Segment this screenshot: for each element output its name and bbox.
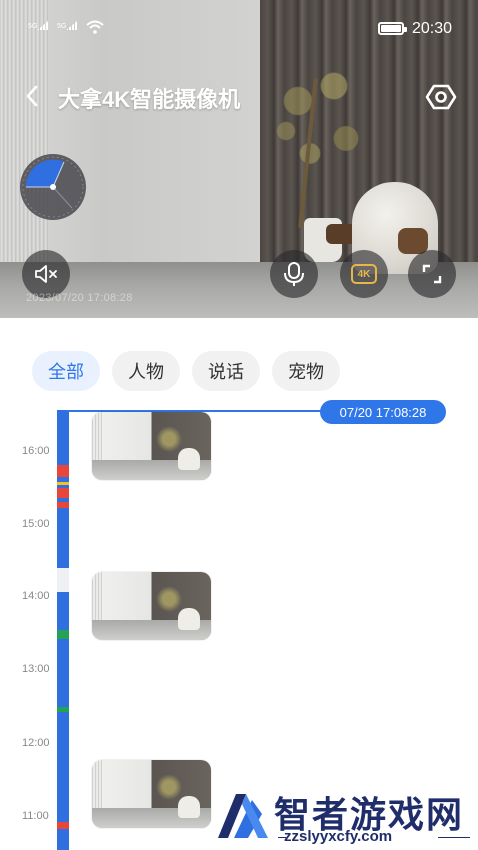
site-watermark: 智者游戏网 zzslyyxcfy.com <box>212 780 478 850</box>
status-clock: 20:30 <box>412 20 453 37</box>
page-title: 大拿4K智能摄像机 <box>58 87 241 112</box>
tab-pets[interactable]: 宠物 <box>272 351 340 391</box>
settings-button[interactable] <box>424 80 458 114</box>
fullscreen-button[interactable] <box>408 250 456 298</box>
event-segment-person[interactable] <box>57 822 69 829</box>
signal-1-label: 5G <box>28 23 38 30</box>
mute-button[interactable] <box>22 250 70 298</box>
speaker-mute-icon <box>35 265 57 283</box>
ptz-direction-control[interactable] <box>20 154 86 220</box>
signal-2-label: 5G <box>57 23 67 30</box>
microphone-icon <box>284 262 304 286</box>
video-timestamp-overlay: 2023/07/20 17:08:28 <box>26 292 133 304</box>
chevron-left-icon <box>26 85 38 107</box>
battery-icon <box>378 22 407 35</box>
event-thumbnail[interactable] <box>92 572 211 640</box>
site-logo-icon <box>218 794 268 838</box>
quality-button[interactable]: 4K <box>340 250 388 298</box>
hour-label: 13:00 <box>22 663 50 675</box>
tab-speech[interactable]: 说话 <box>192 351 260 391</box>
site-rule-right <box>438 837 470 838</box>
event-segment-pet[interactable] <box>57 630 69 639</box>
tab-all[interactable]: 全部 <box>32 351 100 391</box>
hexagon-settings-icon <box>425 84 457 110</box>
video-scene-chair-arm <box>398 228 428 254</box>
event-thumbnail[interactable] <box>92 412 211 480</box>
quality-4k-badge: 4K <box>351 264 377 284</box>
ptz-pad-icon <box>22 156 84 218</box>
video-scene-plant <box>262 56 382 206</box>
no-recording-gap <box>57 568 69 592</box>
event-segment-person[interactable] <box>57 488 69 498</box>
event-thumbnail[interactable] <box>92 760 211 828</box>
hour-label: 12:00 <box>22 737 50 749</box>
site-url: zzslyyxcfy.com <box>284 828 393 845</box>
talk-button[interactable] <box>270 250 318 298</box>
fullscreen-icon <box>422 264 442 284</box>
back-button[interactable] <box>18 80 46 112</box>
hour-label: 16:00 <box>22 445 50 457</box>
tab-people[interactable]: 人物 <box>112 351 180 391</box>
camera-app: 5G 5G 20:30 大拿4K智能摄像机 4K 2023/07/20 17:0… <box>0 0 478 850</box>
event-segment-speech[interactable] <box>57 482 69 485</box>
hour-label: 15:00 <box>22 518 50 530</box>
event-segment-person[interactable] <box>57 502 69 508</box>
recording-track[interactable] <box>57 410 69 850</box>
hour-label: 14:00 <box>22 590 50 602</box>
wifi-icon <box>86 20 104 34</box>
event-filter-tabs: 全部 人物 说话 宠物 <box>32 351 340 391</box>
status-bar: 5G 5G 20:30 <box>0 0 478 60</box>
live-video-view[interactable]: 5G 5G 20:30 大拿4K智能摄像机 4K 2023/07/20 17:0… <box>0 0 478 318</box>
hour-label: 11:00 <box>22 810 49 822</box>
event-segment-person[interactable] <box>57 465 69 477</box>
event-segment-pet[interactable] <box>57 707 69 712</box>
cellular-signal-2-icon: 5G <box>57 20 79 30</box>
cellular-signal-1-icon: 5G <box>28 20 50 30</box>
current-time-badge: 07/20 17:08:28 <box>320 400 446 424</box>
